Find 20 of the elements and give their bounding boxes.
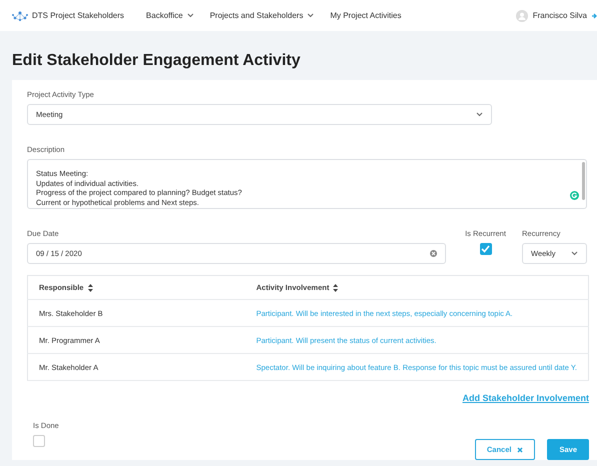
clear-icon[interactable] [430,250,437,257]
page-title: Edit Stakeholder Engagement Activity [11,51,302,71]
chevron-down-icon [307,13,314,18]
app-title[interactable]: DTS Project Stakeholders [32,11,124,20]
nav-menu[interactable]: My Project Activities [330,11,402,20]
close-icon [517,446,524,452]
exit-icon[interactable] [592,12,597,20]
sort-icon[interactable] [88,284,93,292]
nav-menu[interactable]: Backoffice [146,11,194,20]
nav-menu[interactable]: Projects and Stakeholders [210,11,314,20]
chevron-down-icon [476,112,483,117]
grammar-icon[interactable] [570,191,579,200]
chevron-down-icon [186,13,194,18]
done-checkbox[interactable] [33,435,45,447]
logo-icon [12,10,28,22]
chevron-down-icon [571,251,578,256]
recurrent-checkbox[interactable] [480,243,492,255]
user-name[interactable]: Francisco Silva [532,11,587,20]
scrollbar[interactable] [582,162,585,200]
sort-icon[interactable] [333,284,338,292]
